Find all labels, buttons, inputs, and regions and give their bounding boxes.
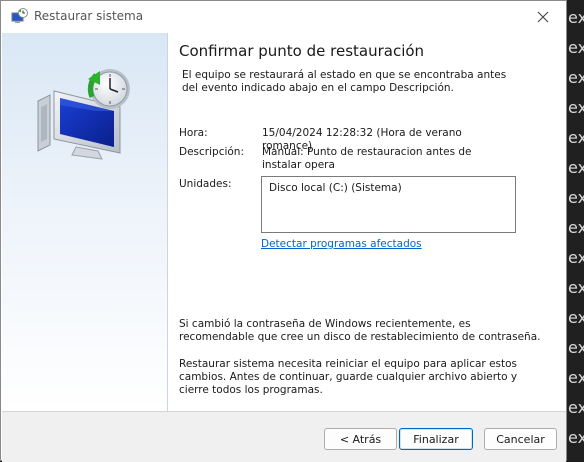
detect-affected-programs-link[interactable]: Detectar programas afectados bbox=[261, 238, 422, 250]
background-text: ex bbox=[568, 8, 584, 27]
page-title: Confirmar punto de restauración bbox=[179, 42, 425, 60]
system-restore-icon bbox=[11, 8, 29, 26]
restore-dialog: Restaurar sistema Confirmar punto de res… bbox=[0, 0, 567, 462]
wizard-sidebar bbox=[2, 33, 168, 411]
background-text: ex bbox=[568, 218, 584, 237]
intro-text: El equipo se restaurará al estado en que… bbox=[182, 69, 507, 94]
background-text: ex bbox=[568, 398, 584, 417]
background-text: ex bbox=[568, 158, 584, 177]
computer-restore-clock-icon bbox=[36, 67, 140, 167]
close-icon bbox=[537, 11, 549, 23]
password-note: Si cambió la contraseña de Windows recie… bbox=[179, 318, 541, 343]
background-text: ex bbox=[568, 368, 584, 387]
restart-note: Restaurar sistema necesita reiniciar el … bbox=[179, 358, 518, 396]
background-text: ex bbox=[568, 428, 584, 447]
background-text: ex bbox=[568, 278, 584, 297]
background-text: ex bbox=[568, 248, 584, 267]
background-text: ex bbox=[568, 188, 584, 207]
button-bar: < Atrás Finalizar Cancelar bbox=[2, 411, 566, 462]
background-text: ex bbox=[568, 128, 584, 147]
title-bar[interactable]: Restaurar sistema bbox=[1, 1, 566, 33]
cancel-button[interactable]: Cancelar bbox=[484, 428, 557, 450]
drives-list[interactable]: Disco local (C:) (Sistema) bbox=[261, 176, 516, 233]
window-title: Restaurar sistema bbox=[34, 9, 144, 23]
finish-button[interactable]: Finalizar bbox=[399, 428, 473, 450]
background-text: ex bbox=[568, 98, 584, 117]
drives-label: Unidades: bbox=[179, 178, 232, 190]
wizard-content: Confirmar punto de restauración El equip… bbox=[168, 33, 566, 411]
background-text: ex bbox=[568, 338, 584, 357]
background-window-strip: ex ex ex ex ex ex ex ex ex ex ex ex ex e… bbox=[566, 0, 584, 461]
background-text: ex bbox=[568, 308, 584, 327]
list-item[interactable]: Disco local (C:) (Sistema) bbox=[269, 182, 402, 194]
background-text: ex bbox=[568, 68, 584, 87]
back-button[interactable]: < Atrás bbox=[324, 428, 397, 450]
description-value: Manual: Punto de restauracion antes de i… bbox=[262, 146, 472, 171]
description-label: Descripción: bbox=[179, 146, 244, 158]
background-text: ex bbox=[568, 38, 584, 57]
close-button[interactable] bbox=[520, 1, 566, 33]
time-label: Hora: bbox=[179, 127, 208, 139]
